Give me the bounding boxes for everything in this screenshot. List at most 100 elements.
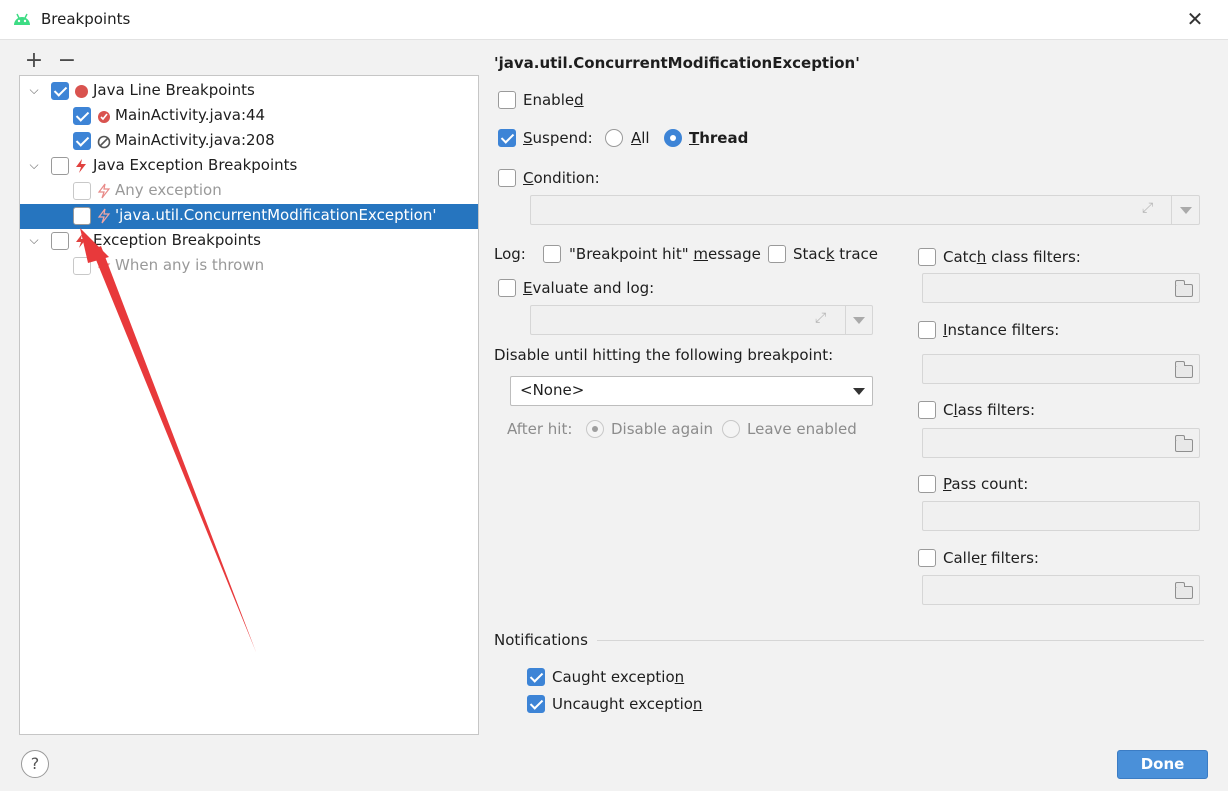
tree-item-concurrent-modification[interactable]: 'java.util.ConcurrentModificationExcepti… [20,204,478,229]
tree-label: Java Exception Breakpoints [93,156,298,174]
tree-item-any-exception[interactable]: Any exception [20,179,478,204]
chevron-down-icon[interactable] [853,388,865,395]
chevron-down-icon[interactable]: ⌵ [27,233,41,247]
exception-bolt-icon [97,208,111,224]
caught-exception-label: Caught exception [552,668,685,686]
caller-filters-input[interactable] [922,575,1200,605]
folder-icon[interactable] [1174,435,1193,452]
leave-enabled-label: Leave enabled [747,420,857,438]
suspend-thread-radio[interactable] [664,129,682,147]
stack-trace-label: Stack trace [793,245,879,263]
log-label: Log: [494,245,526,263]
cme-checkbox[interactable] [73,207,91,225]
remove-breakpoint-button[interactable]: − [57,50,77,72]
add-breakpoint-button[interactable]: + [24,50,44,72]
suspend-checkbox[interactable] [498,129,516,147]
suspend-all-radio[interactable] [605,129,623,147]
condition-checkbox[interactable] [498,169,516,187]
exception-bolt-icon [76,159,86,173]
folder-icon[interactable] [1174,582,1193,599]
instance-filters-input[interactable] [922,354,1200,384]
tree-item-any-thrown[interactable]: When any is thrown [20,254,478,279]
uncaught-exception-checkbox[interactable] [527,695,545,713]
android-icon [14,13,30,25]
enabled-checkbox[interactable] [498,91,516,109]
tree-group-java-line[interactable]: ⌵ Java Line Breakpoints [20,79,478,104]
condition-input[interactable] [530,195,1200,225]
any-thrown-checkbox[interactable] [73,257,91,275]
notifications-title: Notifications [494,631,588,649]
expand-editor-icon[interactable]: ⤢ [1142,200,1153,216]
tree-group-java-exception[interactable]: ⌵ Java Exception Breakpoints [20,154,478,179]
class-filters-input[interactable] [922,428,1200,458]
tree-label: MainActivity.java:208 [115,131,275,149]
folder-icon[interactable] [1174,280,1193,297]
chevron-down-icon[interactable]: ⌵ [27,83,41,97]
class-filters-label: Class filters: [943,401,1036,419]
stack-trace-checkbox[interactable] [768,245,786,263]
tree-label: Java Line Breakpoints [93,81,255,99]
chevron-down-icon[interactable]: ⌵ [27,158,41,172]
chevron-down-icon[interactable] [853,317,865,324]
breakpoint-muted-icon [97,135,111,149]
caller-filters-label: Caller filters: [943,549,1039,567]
done-button[interactable]: Done [1117,750,1208,779]
breakpoints-tree[interactable]: ⌵ Java Line Breakpoints MainActivity.jav… [19,75,479,735]
breakpoint-verified-icon [98,111,110,123]
line-breakpoint-icon [75,85,88,98]
pass-count-input[interactable] [922,501,1200,531]
bp-hit-message-checkbox[interactable] [543,245,561,263]
after-hit-label: After hit: [507,420,573,438]
exception-checkbox[interactable] [51,232,69,250]
leave-enabled-radio[interactable] [722,420,740,438]
pass-count-label: Pass count: [943,475,1029,493]
tree-item-line-44[interactable]: MainActivity.java:44 [20,104,478,129]
catch-class-filters-input[interactable] [922,273,1200,303]
java-line-checkbox[interactable] [51,82,69,100]
catch-class-filters-label: Catch class filters: [943,248,1081,266]
pass-count-checkbox[interactable] [918,475,936,493]
tree-group-exception[interactable]: ⌵ Exception Breakpoints [20,229,478,254]
tree-label: 'java.util.ConcurrentModificationExcepti… [115,206,437,224]
exception-bolt-icon [76,234,86,248]
line-44-checkbox[interactable] [73,107,91,125]
help-button[interactable]: ? [21,750,49,778]
tree-label: Any exception [115,181,222,199]
title-bar [0,0,1228,40]
evaluate-log-label: Evaluate and log: [523,279,655,297]
window-title: Breakpoints [41,10,131,28]
disable-again-label: Disable again [611,420,713,438]
folder-icon[interactable] [1174,361,1193,378]
details-title: 'java.util.ConcurrentModificationExcepti… [494,54,860,72]
tree-label: When any is thrown [115,256,265,274]
catch-class-filters-checkbox[interactable] [918,248,936,266]
any-exception-checkbox[interactable] [73,182,91,200]
caught-exception-checkbox[interactable] [527,668,545,686]
suspend-label: Suspend: [523,129,593,147]
close-icon[interactable]: ✕ [1184,8,1206,30]
suspend-thread-label: Thread [689,129,749,147]
suspend-all-label: All [631,129,650,147]
disable-until-label: Disable until hitting the following brea… [494,346,834,364]
uncaught-exception-label: Uncaught exception [552,695,703,713]
expand-editor-icon[interactable]: ⤢ [815,310,826,326]
caller-filters-checkbox[interactable] [918,549,936,567]
separator [597,640,1204,641]
class-filters-checkbox[interactable] [918,401,936,419]
java-exception-checkbox[interactable] [51,157,69,175]
tree-label: Exception Breakpoints [93,231,261,249]
disable-again-radio[interactable] [586,420,604,438]
evaluate-log-checkbox[interactable] [498,279,516,297]
instance-filters-label: Instance filters: [943,321,1060,339]
enabled-label: Enabled [523,91,584,109]
bp-hit-message-label: "Breakpoint hit" message [569,245,761,263]
instance-filters-checkbox[interactable] [918,321,936,339]
line-208-checkbox[interactable] [73,132,91,150]
condition-label: Condition: [523,169,600,187]
disable-until-value: <None> [520,381,585,399]
chevron-down-icon[interactable] [1180,207,1192,214]
exception-bolt-icon [97,183,111,199]
tree-item-line-208[interactable]: MainActivity.java:208 [20,129,478,154]
tree-label: MainActivity.java:44 [115,106,266,124]
exception-bolt-icon [97,258,111,274]
